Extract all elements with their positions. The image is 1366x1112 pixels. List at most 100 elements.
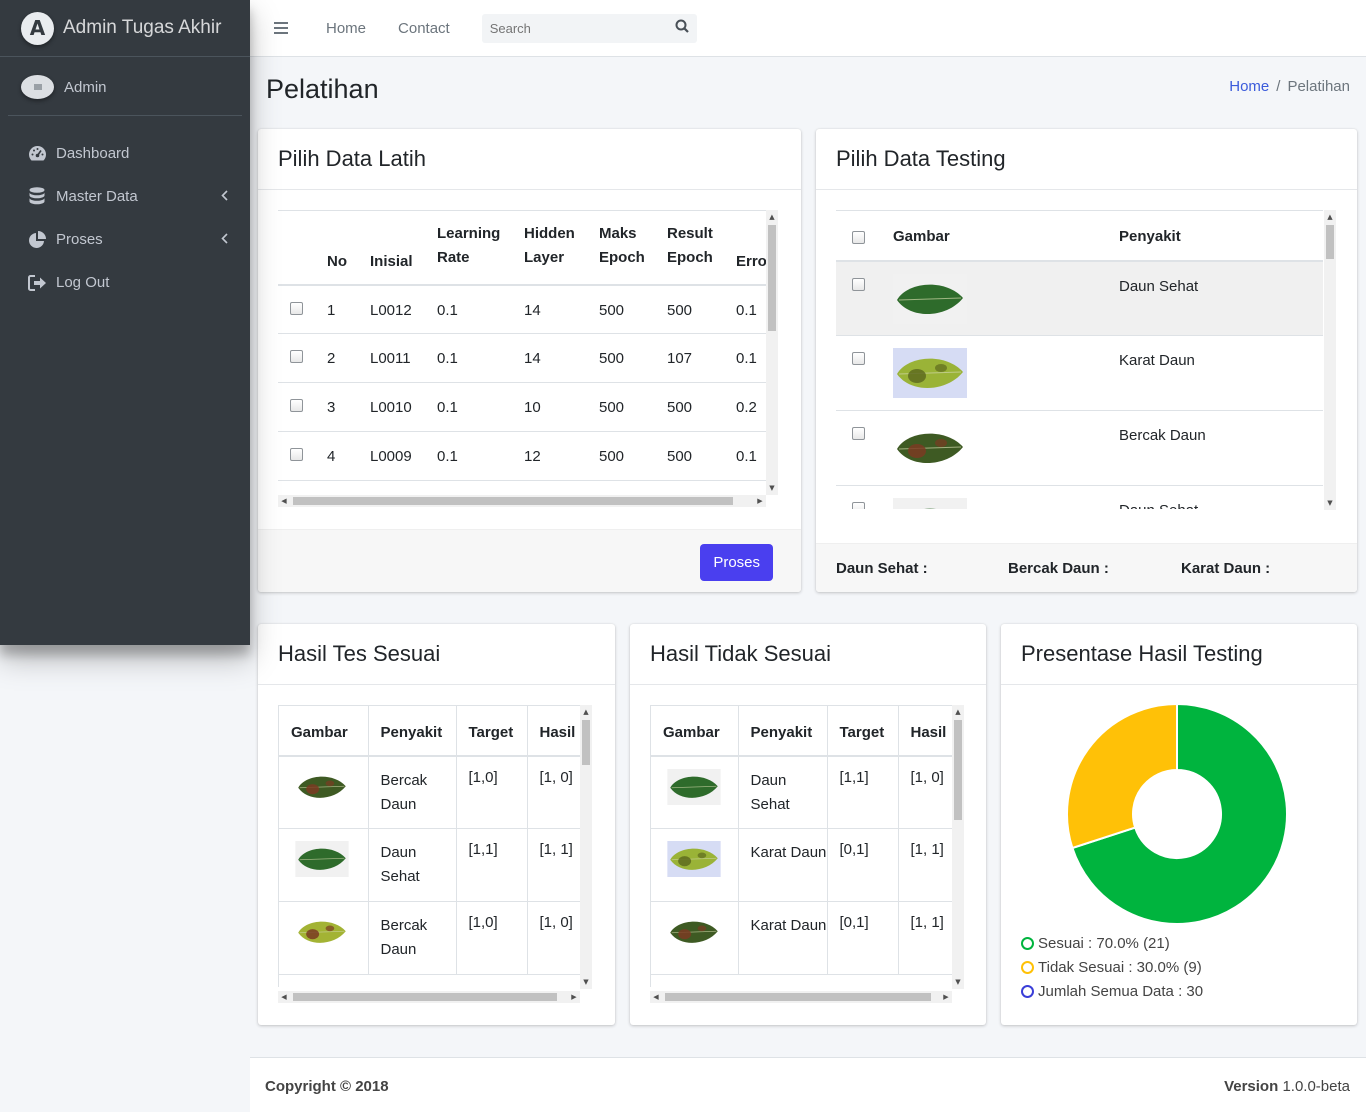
penyakit-cell: Karat Daun <box>738 901 828 975</box>
table-cell: 500 <box>599 350 625 367</box>
row-checkbox[interactable] <box>852 352 865 365</box>
penyakit-cell: Daun Sehat <box>368 828 457 902</box>
table-cell: 0.1 <box>437 350 458 367</box>
legend-tidak-sesuai: Tidak Sesuai : 30.0% (9) <box>1021 959 1202 976</box>
table-row[interactable]: Daun Sehat <box>836 260 1323 336</box>
target-cell: [0,1] <box>827 901 899 975</box>
table-cell: 0.1 <box>736 350 757 367</box>
leaf-thumbnail <box>663 914 725 954</box>
row-checkbox[interactable] <box>290 301 303 315</box>
sesuai-table: Gambar Penyakit Target Hasil Bercak Daun… <box>279 705 580 975</box>
card-hasil-tidak-sesuai: Hasil Tidak Sesuai Gambar Penyakit Targe… <box>630 624 986 1025</box>
sidebar-item-dashboard[interactable]: Dashboard <box>0 132 250 175</box>
sidebar-item-master-data[interactable]: Master Data <box>0 175 250 218</box>
count-daun-sehat: Daun Sehat : <box>836 560 928 577</box>
table-row[interactable]: 2 L0011 0.1 14 500 107 0.1 <box>278 334 766 383</box>
table-cell: 14 <box>524 350 541 367</box>
pie-chart-icon <box>27 230 47 250</box>
sesuai-vertical-scrollbar[interactable]: ▲ ▼ <box>580 705 592 989</box>
latih-vertical-scrollbar[interactable]: ▲ ▼ <box>766 210 778 495</box>
card-title: Hasil Tidak Sesuai <box>650 641 831 666</box>
sidebar: A Admin Tugas Akhir Admin Dashboard Mast… <box>0 0 250 645</box>
card-title: Presentase Hasil Testing <box>1021 641 1263 666</box>
table-row[interactable]: Karat Daun <box>836 336 1323 411</box>
table-row[interactable]: 4 L0009 0.1 12 500 500 0.1 <box>278 432 766 481</box>
table-cell: 12 <box>524 448 541 465</box>
sidebar-item-label: Proses <box>56 231 103 248</box>
sidebar-item-proses[interactable]: Proses <box>0 218 250 261</box>
row-checkbox[interactable] <box>290 448 303 461</box>
card-title: Hasil Tes Sesuai <box>278 641 441 666</box>
table-row: Bercak Daun [1,0] [1, 0] <box>279 901 580 975</box>
brand-title: Admin Tugas Akhir <box>63 17 222 38</box>
search-icon[interactable] <box>675 19 689 37</box>
row-checkbox[interactable] <box>852 502 865 509</box>
brand-link[interactable]: A Admin Tugas Akhir <box>0 0 250 57</box>
proses-button[interactable]: Proses <box>700 544 773 581</box>
count-karat-daun: Karat Daun : <box>1181 560 1271 577</box>
pie-slice-tidak-sesuai[interactable] <box>1066 702 1178 850</box>
leaf-thumbnail <box>663 768 725 809</box>
table-cell: 107 <box>667 350 693 367</box>
column-header: No <box>327 252 347 270</box>
hasil-cell: [1, 1] <box>910 841 944 858</box>
card-hasil-sesuai: Hasil Tes Sesuai Gambar Penyakit Target … <box>258 624 615 1025</box>
sesuai-horizontal-scrollbar[interactable]: ◀ ▶ <box>278 991 580 1003</box>
column-header: Hasil <box>539 723 576 741</box>
hasil-cell: [1, 0] <box>539 768 573 786</box>
row-checkbox[interactable] <box>852 427 865 440</box>
brand-logo-letter: A <box>29 16 46 40</box>
sidebar-nav: Dashboard Master Data Proses Log Out <box>0 116 250 304</box>
copyright-text: Copyright © 2018 <box>265 1078 389 1095</box>
row-checkbox[interactable] <box>290 399 303 412</box>
table-row[interactable]: Daun Sehat <box>836 486 1323 509</box>
legend-label: Sesuai : 70.0% (21) <box>1038 935 1170 952</box>
target-cell: [0,1] <box>827 828 899 902</box>
table-row[interactable]: Bercak Daun <box>836 411 1323 486</box>
card-footer: Daun Sehat : Bercak Daun : Karat Daun : <box>816 543 1357 592</box>
table-cell: 4 <box>327 448 336 465</box>
penyakit-cell: Daun Sehat <box>1119 486 1323 509</box>
penyakit-cell: Bercak Daun <box>368 901 457 975</box>
row-checkbox[interactable] <box>852 277 865 291</box>
column-header: Penyakit <box>368 705 457 756</box>
sidebar-item-label: Dashboard <box>56 145 130 162</box>
target-cell: [1,0] <box>456 755 528 829</box>
sidebar-item-logout[interactable]: Log Out <box>0 261 250 304</box>
table-row[interactable]: 1 L0012 0.1 14 500 500 0.1 <box>278 285 766 334</box>
tidak-sesuai-horizontal-scrollbar[interactable]: ◀ ▶ <box>650 991 952 1003</box>
leaf-thumbnail <box>893 423 967 477</box>
breadcrumb-home-link[interactable]: Home <box>1229 78 1269 95</box>
table-cell: 0.1 <box>736 301 757 319</box>
search-input[interactable] <box>489 20 660 36</box>
table-cell: 0.2 <box>736 399 757 416</box>
target-cell: [1,1] <box>827 755 899 829</box>
column-header: Gambar <box>279 705 369 756</box>
table-cell: L0011 <box>370 350 411 367</box>
table-row[interactable]: 3 L0010 0.1 10 500 500 0.2 <box>278 383 766 432</box>
hamburger-menu-icon[interactable] <box>274 19 288 37</box>
sidebar-item-label: Master Data <box>56 188 138 205</box>
table-row: Daun Sehat [1,1] [1, 1] <box>279 828 580 902</box>
row-checkbox[interactable] <box>290 350 303 363</box>
leaf-thumbnail <box>893 273 967 328</box>
table-cell: 500 <box>599 448 625 465</box>
testing-vertical-scrollbar[interactable]: ▲ ▼ <box>1324 210 1336 510</box>
legend-marker <box>1021 961 1034 974</box>
tidak-sesuai-vertical-scrollbar[interactable]: ▲ ▼ <box>952 705 964 989</box>
user-panel[interactable]: Admin <box>8 57 242 116</box>
column-header: Learning Rate <box>437 224 501 266</box>
column-header: Result Epoch <box>667 224 713 266</box>
table-cell: 0.1 <box>437 448 458 465</box>
nav-contact-link[interactable]: Contact <box>398 20 450 37</box>
penyakit-cell: Bercak Daun <box>368 755 457 829</box>
latih-table: No Inisial Learning Rate Hidden Layer Ma… <box>278 210 766 481</box>
table-cell: 14 <box>524 301 541 319</box>
leaf-thumbnail <box>291 914 353 954</box>
select-all-checkbox[interactable] <box>852 230 865 244</box>
nav-home-link[interactable]: Home <box>326 20 366 37</box>
hasil-cell: [1, 0] <box>910 768 944 786</box>
sign-out-icon <box>27 273 47 293</box>
latih-horizontal-scrollbar[interactable]: ◀ ▶ <box>278 495 766 507</box>
table-cell: 3 <box>327 399 336 416</box>
